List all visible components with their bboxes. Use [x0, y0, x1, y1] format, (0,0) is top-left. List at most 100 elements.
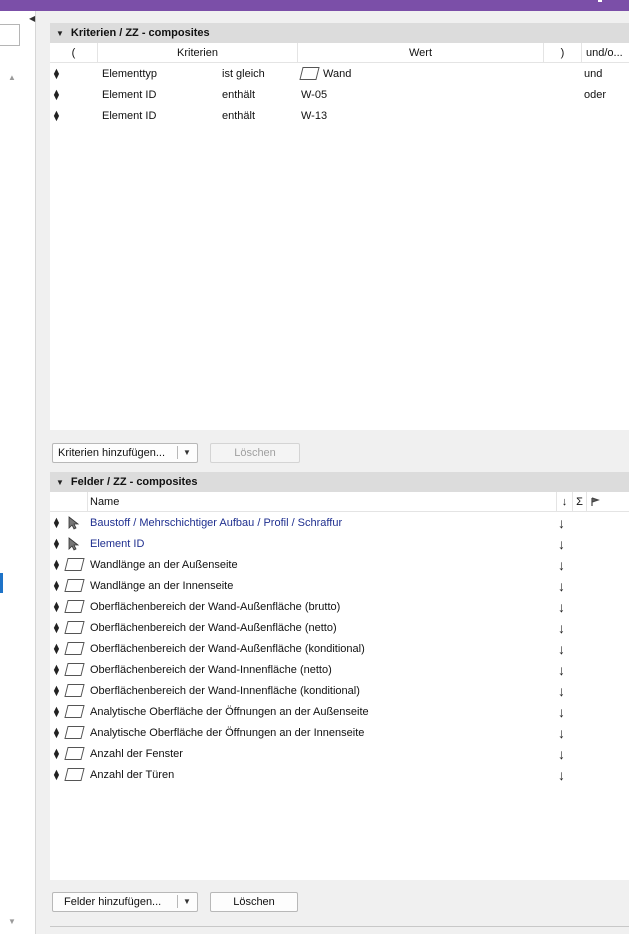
sort-down-icon[interactable]: ↓ — [558, 659, 565, 680]
criteria-operator[interactable]: ist gleich — [222, 63, 265, 84]
reorder-handle-icon[interactable]: ▲ ▼ — [52, 536, 61, 550]
field-name[interactable]: Baustoff / Mehrschichtiger Aufbau / Prof… — [90, 512, 342, 533]
scroll-up-icon[interactable]: ▲ — [8, 73, 16, 82]
criteria-operator[interactable]: enthält — [222, 84, 255, 105]
reorder-handle-icon[interactable]: ▲ ▼ — [52, 599, 61, 613]
field-name[interactable]: Element ID — [90, 533, 144, 554]
fields-table: Name ↓ Σ ▲ ▼ Baustoff / Mehrschichtiger Au… — [50, 492, 629, 880]
sort-down-icon[interactable]: ↓ — [558, 533, 565, 554]
dropdown-caret-icon[interactable]: ▼ — [183, 448, 191, 457]
field-row[interactable]: ▲ ▼ Oberflächenbereich der Wand-Innenfläch… — [50, 659, 629, 680]
criteria-operator[interactable]: enthält — [222, 105, 255, 126]
criteria-name[interactable]: Elementtyp — [102, 63, 157, 84]
col-close-paren[interactable]: ) — [544, 43, 582, 62]
sort-down-icon[interactable]: ↓ — [558, 617, 565, 638]
sort-down-icon[interactable]: ↓ — [558, 638, 565, 659]
delete-fields-label: Löschen — [233, 896, 275, 908]
reorder-handle-icon[interactable]: ▲ ▼ — [52, 704, 61, 718]
sort-down-icon[interactable]: ↓ — [558, 596, 565, 617]
reorder-handle-icon[interactable]: ▲ ▼ — [52, 620, 61, 634]
fields-panel-header[interactable]: ▼ Felder / ZZ - composites — [50, 472, 629, 492]
wall-icon — [64, 621, 85, 634]
criteria-panel-header[interactable]: ▼ Kriterien / ZZ - composites — [50, 23, 629, 43]
sort-down-icon[interactable]: ↓ — [558, 743, 565, 764]
reorder-handle-icon[interactable]: ▲ ▼ — [52, 746, 61, 760]
field-row[interactable]: ▲ ▼ Element ID ↓ — [50, 533, 629, 554]
wall-icon — [64, 663, 85, 676]
reorder-handle-icon[interactable]: ▲ ▼ — [52, 515, 61, 529]
sort-down-icon[interactable]: ↓ — [558, 764, 565, 785]
field-row[interactable]: ▲ ▼ Baustoff / Mehrschichtiger Aufbau / Pr… — [50, 512, 629, 533]
criteria-and-or[interactable]: oder — [584, 84, 606, 105]
sort-down-icon[interactable]: ↓ — [558, 722, 565, 743]
reorder-handle-icon[interactable]: ▲ ▼ — [52, 578, 61, 592]
field-name[interactable]: Oberflächenbereich der Wand-Innenfläche … — [90, 680, 360, 701]
criteria-name[interactable]: Element ID — [102, 84, 156, 105]
criteria-value[interactable]: Wand — [323, 68, 351, 80]
criteria-value[interactable]: W-05 — [301, 89, 327, 101]
collapse-sidebar-icon[interactable]: ◀ — [29, 14, 35, 23]
delete-fields-button[interactable]: Löschen — [210, 892, 298, 912]
fields-panel-title: Felder / ZZ - composites — [70, 476, 198, 488]
field-row[interactable]: ▲ ▼ Analytische Oberfläche der Öffnungen a… — [50, 701, 629, 722]
titlebar-close-mark[interactable] — [598, 0, 602, 2]
col-criteria[interactable]: Kriterien — [98, 43, 298, 62]
flag-icon[interactable] — [587, 492, 603, 511]
col-open-paren[interactable]: ( — [50, 43, 98, 62]
criteria-and-or[interactable]: und — [584, 63, 602, 84]
col-value[interactable]: Wert — [298, 43, 544, 62]
field-row[interactable]: ▲ ▼ Analytische Oberfläche der Öffnungen a… — [50, 722, 629, 743]
reorder-handle-icon[interactable]: ▲ ▼ — [52, 66, 61, 80]
wall-icon — [64, 747, 85, 760]
field-name[interactable]: Oberflächenbereich der Wand-Außenfläche … — [90, 638, 365, 659]
col-sum[interactable]: Σ — [573, 492, 587, 511]
field-name[interactable]: Anzahl der Fenster — [90, 743, 183, 764]
left-sidebar: ▲ ▼ — [0, 11, 36, 934]
reorder-handle-icon[interactable]: ▲ ▼ — [52, 87, 61, 101]
reorder-handle-icon[interactable]: ▲ ▼ — [52, 557, 61, 571]
col-and-or[interactable]: und/o... — [582, 43, 629, 62]
field-row[interactable]: ▲ ▼ Wandlänge an der Außenseite ↓ — [50, 554, 629, 575]
delete-criteria-button[interactable]: Löschen — [210, 443, 300, 463]
reorder-handle-icon[interactable]: ▲ ▼ — [52, 662, 61, 676]
field-name[interactable]: Oberflächenbereich der Wand-Außenfläche … — [90, 617, 337, 638]
field-row[interactable]: ▲ ▼ Wandlänge an der Innenseite ↓ — [50, 575, 629, 596]
field-name[interactable]: Wandlänge an der Innenseite — [90, 575, 233, 596]
field-row[interactable]: ▲ ▼ Oberflächenbereich der Wand-Außenfläch… — [50, 617, 629, 638]
criteria-row[interactable]: ▲ ▼ Element ID enthält W-13 — [50, 105, 629, 126]
sidebar-input[interactable] — [0, 24, 20, 46]
expand-triangle-icon[interactable]: ▼ — [56, 478, 64, 487]
field-name[interactable]: Analytische Oberfläche der Öffnungen an … — [90, 722, 364, 743]
field-name[interactable]: Oberflächenbereich der Wand-Innenfläche … — [90, 659, 332, 680]
criteria-name[interactable]: Element ID — [102, 105, 156, 126]
field-row[interactable]: ▲ ▼ Oberflächenbereich der Wand-Außenfläch… — [50, 638, 629, 659]
sort-down-icon[interactable]: ↓ — [558, 554, 565, 575]
col-handle — [50, 492, 88, 511]
field-name[interactable]: Wandlänge an der Außenseite — [90, 554, 238, 575]
sort-down-icon[interactable]: ↓ — [558, 701, 565, 722]
reorder-handle-icon[interactable]: ▲ ▼ — [52, 767, 61, 781]
expand-triangle-icon[interactable]: ▼ — [56, 29, 64, 38]
sort-down-icon[interactable]: ↓ — [558, 512, 565, 533]
field-row[interactable]: ▲ ▼ Anzahl der Türen ↓ — [50, 764, 629, 785]
reorder-handle-icon[interactable]: ▲ ▼ — [52, 683, 61, 697]
field-row[interactable]: ▲ ▼ Anzahl der Fenster ↓ — [50, 743, 629, 764]
sort-down-icon[interactable]: ↓ — [558, 680, 565, 701]
scroll-down-icon[interactable]: ▼ — [8, 917, 16, 926]
reorder-handle-icon[interactable]: ▲ ▼ — [52, 108, 61, 122]
field-name[interactable]: Anzahl der Türen — [90, 764, 174, 785]
criteria-row[interactable]: ▲ ▼ Element ID enthält W-05 oder — [50, 84, 629, 105]
col-sort[interactable]: ↓ — [557, 492, 573, 511]
reorder-handle-icon[interactable]: ▲ ▼ — [52, 725, 61, 739]
criteria-panel: ▼ Kriterien / ZZ - composites ( Kriterie… — [50, 23, 629, 430]
field-name[interactable]: Oberflächenbereich der Wand-Außenfläche … — [90, 596, 340, 617]
criteria-value[interactable]: W-13 — [301, 110, 327, 122]
field-name[interactable]: Analytische Oberfläche der Öffnungen an … — [90, 701, 369, 722]
dropdown-caret-icon[interactable]: ▼ — [183, 897, 191, 906]
field-row[interactable]: ▲ ▼ Oberflächenbereich der Wand-Innenfläch… — [50, 680, 629, 701]
sort-down-icon[interactable]: ↓ — [558, 575, 565, 596]
criteria-row[interactable]: ▲ ▼ Elementtyp ist gleich Wand und — [50, 63, 629, 84]
field-row[interactable]: ▲ ▼ Oberflächenbereich der Wand-Außenfläch… — [50, 596, 629, 617]
reorder-handle-icon[interactable]: ▲ ▼ — [52, 641, 61, 655]
col-name[interactable]: Name — [88, 492, 557, 511]
